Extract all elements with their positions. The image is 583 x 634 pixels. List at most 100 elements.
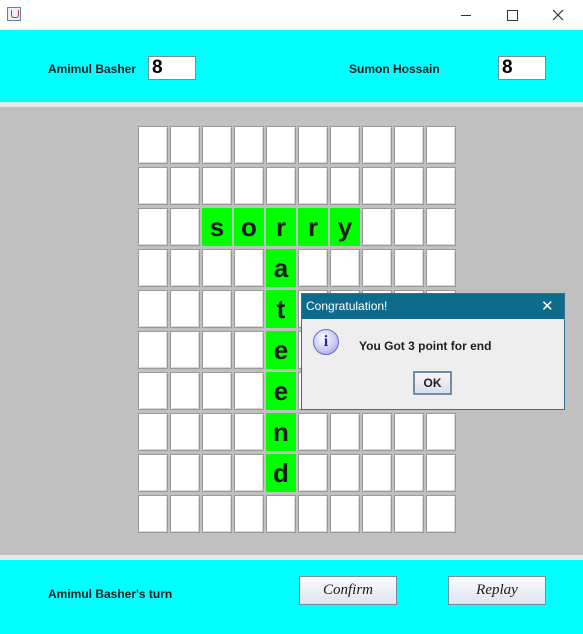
player1-score-field[interactable]: 8 [148, 56, 196, 80]
board-cell[interactable] [138, 372, 168, 410]
board-cell[interactable] [330, 167, 360, 205]
board-cell[interactable] [202, 167, 232, 205]
board-cell[interactable] [330, 454, 360, 492]
board-cell[interactable] [330, 495, 360, 533]
board-cell[interactable] [202, 413, 232, 451]
board-cell[interactable] [394, 208, 424, 246]
board-cell[interactable] [170, 126, 200, 164]
board-cell[interactable] [426, 208, 456, 246]
letter-tile[interactable]: o [234, 208, 264, 246]
board-cell[interactable] [138, 126, 168, 164]
board-cell[interactable] [362, 126, 392, 164]
player1-name: Amimul Basher [48, 62, 137, 76]
board-cell[interactable] [426, 126, 456, 164]
board-cell[interactable] [202, 126, 232, 164]
board-cell[interactable] [170, 331, 200, 369]
board-cell[interactable] [298, 413, 328, 451]
board-cell[interactable] [234, 331, 264, 369]
board-cell[interactable] [266, 167, 296, 205]
board-cell[interactable] [298, 249, 328, 287]
letter-tile[interactable]: r [298, 208, 328, 246]
board-cell[interactable] [234, 454, 264, 492]
board-cell[interactable] [234, 249, 264, 287]
board-cell[interactable] [394, 413, 424, 451]
board-cell[interactable] [138, 454, 168, 492]
dialog-close-icon[interactable]: ✕ [541, 297, 554, 315]
board-cell[interactable] [426, 495, 456, 533]
board-cell[interactable] [138, 331, 168, 369]
board-cell[interactable] [234, 126, 264, 164]
board-cell[interactable] [170, 208, 200, 246]
board-cell[interactable] [170, 372, 200, 410]
controls-panel: Amimul Basher's turn Confirm Replay [0, 560, 583, 634]
maximize-button[interactable] [489, 0, 535, 30]
board-cell[interactable] [362, 208, 392, 246]
board-cell[interactable] [202, 454, 232, 492]
board-cell[interactable] [138, 249, 168, 287]
board-cell[interactable] [394, 126, 424, 164]
ok-button[interactable]: OK [413, 371, 452, 395]
board-cell[interactable] [298, 454, 328, 492]
letter-tile[interactable]: n [266, 413, 296, 451]
board-cell[interactable] [138, 290, 168, 328]
board-cell[interactable] [426, 413, 456, 451]
board-cell[interactable] [330, 126, 360, 164]
board-cell[interactable] [330, 249, 360, 287]
board-cell[interactable] [202, 372, 232, 410]
close-button[interactable] [535, 0, 581, 30]
board-cell[interactable] [138, 495, 168, 533]
board-cell[interactable] [426, 454, 456, 492]
board-cell[interactable] [170, 167, 200, 205]
board-cell[interactable] [362, 167, 392, 205]
dialog-title-bar: Congratulation! ✕ [302, 294, 564, 319]
board-cell[interactable] [138, 167, 168, 205]
board-cell[interactable] [362, 413, 392, 451]
board-cell[interactable] [234, 413, 264, 451]
board-cell[interactable] [298, 167, 328, 205]
minimize-button[interactable] [443, 0, 489, 30]
replay-button[interactable]: Replay [448, 576, 546, 605]
board-cell[interactable] [138, 413, 168, 451]
board-cell[interactable] [298, 126, 328, 164]
board-cell[interactable] [170, 413, 200, 451]
board-cell[interactable] [266, 126, 296, 164]
board-cell[interactable] [426, 249, 456, 287]
board-cell[interactable] [362, 249, 392, 287]
maximize-icon [506, 9, 518, 21]
board-cell[interactable] [170, 495, 200, 533]
letter-tile[interactable]: e [266, 331, 296, 369]
board-cell[interactable] [170, 290, 200, 328]
letter-tile[interactable]: s [202, 208, 232, 246]
letter-tile[interactable]: a [266, 249, 296, 287]
letter-tile[interactable]: d [266, 454, 296, 492]
board-cell[interactable] [394, 495, 424, 533]
board-cell[interactable] [394, 454, 424, 492]
board-cell[interactable] [298, 495, 328, 533]
board-cell[interactable] [202, 331, 232, 369]
player2-score-field[interactable]: 8 [498, 56, 546, 80]
minimize-icon [461, 14, 471, 16]
board-cell[interactable] [330, 413, 360, 451]
board-cell[interactable] [234, 167, 264, 205]
board-cell[interactable] [394, 249, 424, 287]
letter-tile[interactable]: e [266, 372, 296, 410]
letter-tile[interactable]: t [266, 290, 296, 328]
board-cell[interactable] [170, 454, 200, 492]
board-cell[interactable] [266, 495, 296, 533]
board-cell[interactable] [394, 167, 424, 205]
board-cell[interactable] [202, 495, 232, 533]
confirm-button[interactable]: Confirm [299, 576, 397, 605]
board-cell[interactable] [202, 249, 232, 287]
letter-tile[interactable]: r [266, 208, 296, 246]
board-cell[interactable] [202, 290, 232, 328]
board-cell[interactable] [362, 495, 392, 533]
board-cell[interactable] [234, 495, 264, 533]
board-cell[interactable] [362, 454, 392, 492]
board-cell[interactable] [234, 290, 264, 328]
board-cell[interactable] [426, 167, 456, 205]
board-cell[interactable] [138, 208, 168, 246]
board-cell[interactable] [170, 249, 200, 287]
letter-tile[interactable]: y [330, 208, 360, 246]
board-cell[interactable] [234, 372, 264, 410]
dialog-message: You Got 3 point for end [359, 339, 492, 353]
